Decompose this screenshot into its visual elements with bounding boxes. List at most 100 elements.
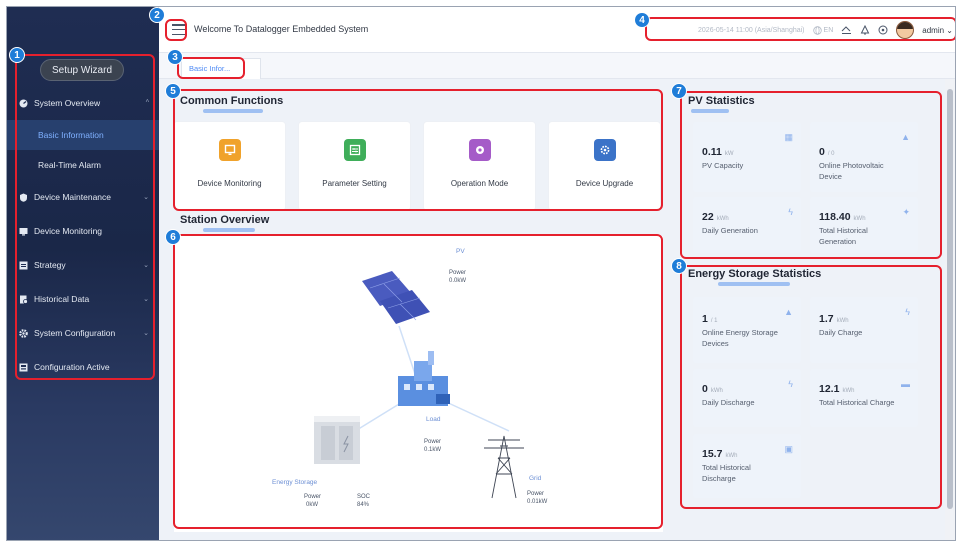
storage-soc-label: SOC (357, 494, 371, 500)
common-functions-title: Common Functions (180, 95, 284, 107)
stat-label: Daily Generation (702, 226, 758, 235)
dashboard-icon (19, 99, 28, 108)
load-power-value: 0.1kW (424, 447, 442, 453)
pv-statistics-title: PV Statistics (688, 95, 755, 107)
device-icon: ▲ (901, 132, 910, 142)
bell-icon[interactable] (860, 25, 870, 35)
sidebar-item-label: Basic Information (38, 130, 104, 140)
sidebar-item-label: System Configuration (34, 328, 116, 338)
load-power-label: Power (424, 439, 442, 445)
title-underline (691, 109, 729, 113)
stat-total-historical-generation: 118.40 kWh Total Historical Generation ✦ (810, 197, 918, 253)
sidebar-item-real-time-alarm[interactable]: Real-Time Alarm (7, 150, 159, 180)
function-label: Parameter Setting (322, 179, 387, 188)
energy-flow-diagram (314, 271, 524, 499)
battery-icon: ▬ (901, 379, 910, 389)
storage-label: Energy Storage (272, 479, 318, 486)
stat-label: Total Historical Discharge (702, 463, 751, 483)
storage-power-label: Power (304, 494, 322, 500)
chevron-down-icon: ⌄ (143, 262, 149, 269)
sidebar-item-strategy[interactable]: Strategy ⌄ (7, 248, 159, 282)
clear-icon[interactable] (841, 25, 852, 35)
stat-value: 0 kWh (702, 383, 723, 395)
pv-power-label: Power (449, 270, 467, 276)
annotation-badge-4: 4 (634, 12, 650, 28)
chevron-down-icon: ⌄ (143, 330, 149, 337)
avatar[interactable] (896, 21, 915, 39)
sidebar: Setup Wizard System Overview ^ Basic Inf… (7, 7, 159, 540)
gear-icon (19, 328, 28, 338)
stat-value: 1.7 kWh (819, 313, 849, 325)
scrollbar-thumb[interactable] (947, 89, 953, 509)
station-overview-diagram: PV Power 0.0kW Load Power 0.1kW Grid Pow… (174, 236, 663, 532)
sidebar-item-label: Historical Data (34, 294, 90, 304)
setup-wizard-button[interactable]: Setup Wizard (40, 59, 124, 81)
function-card-device-upgrade[interactable]: Device Upgrade (549, 122, 660, 210)
annotation-badge-8: 8 (671, 258, 687, 274)
stat-daily-charge: 1.7 kWh Daily Charge ϟ (810, 297, 918, 363)
upgrade-icon (594, 139, 616, 161)
battery-cabinet-icon (314, 416, 360, 464)
sidebar-nav: System Overview ^ Basic Information Real… (7, 86, 159, 384)
chevron-down-icon: ⌄ (143, 296, 149, 303)
grid-label: Grid (529, 475, 542, 482)
function-card-operation-mode[interactable]: Operation Mode (424, 122, 535, 210)
sidebar-item-basic-information[interactable]: Basic Information (7, 120, 159, 150)
function-card-device-monitoring[interactable]: Device Monitoring (174, 122, 285, 210)
function-label: Device Monitoring (197, 179, 262, 188)
top-bar: Welcome To Datalogger Embedded System 20… (159, 7, 955, 53)
title-underline (203, 109, 263, 113)
annotation-badge-6: 6 (165, 229, 181, 245)
function-label: Operation Mode (450, 179, 509, 188)
settings-panel-icon (344, 139, 366, 161)
annotation-badge-1: 1 (9, 47, 25, 63)
app-window: Setup Wizard System Overview ^ Basic Inf… (6, 6, 956, 541)
stat-daily-generation: 22 kWh Daily Generation ϟ (693, 197, 801, 253)
tab-strip: Basic Infor... (159, 53, 955, 79)
stat-value: 118.40 kWh (819, 211, 866, 223)
stat-daily-discharge: 0 kWh Daily Discharge ϟ (693, 369, 801, 427)
monitor-icon (219, 139, 241, 161)
annotation-badge-5: 5 (165, 83, 181, 99)
sidebar-item-system-configuration[interactable]: System Configuration ⌄ (7, 316, 159, 350)
flow-line-grid (443, 400, 510, 432)
stat-pv-capacity: 0.11 kW PV Capacity ▦ (693, 122, 801, 192)
monitor-icon (19, 227, 28, 236)
load-label: Load (426, 416, 441, 423)
stat-label: PV Capacity (702, 161, 744, 170)
username: admin (922, 25, 945, 35)
lightning-icon: ϟ (788, 207, 793, 217)
sidebar-item-label: System Overview (34, 98, 101, 108)
stat-online-pv-device: 0/ 0 Online Photovoltaic Device ▲ (810, 122, 918, 192)
stat-value: 12.1 kWh (819, 383, 855, 395)
user-menu[interactable]: admin ⌄ (922, 26, 953, 35)
pv-label: PV (456, 248, 465, 255)
station-overview-title: Station Overview (180, 214, 270, 226)
strategy-icon (19, 261, 28, 270)
sidebar-item-device-monitoring[interactable]: Device Monitoring (7, 214, 159, 248)
battery-icon: ▣ (784, 444, 793, 454)
sidebar-item-historical-data[interactable]: Historical Data ⌄ (7, 282, 159, 316)
scrollbar[interactable] (945, 79, 955, 540)
history-icon (19, 295, 28, 304)
sidebar-item-label: Real-Time Alarm (38, 160, 101, 170)
title-underline (718, 282, 790, 286)
tab-basic-information[interactable]: Basic Infor... (181, 58, 261, 79)
sidebar-item-label: Strategy (34, 260, 66, 270)
language-selector[interactable]: EN (812, 25, 833, 35)
info-icon[interactable] (878, 25, 888, 35)
stat-value: 22 kWh (702, 211, 729, 223)
function-card-parameter-setting[interactable]: Parameter Setting (299, 122, 410, 210)
top-bar-tools: 2026-05-14 11:00 (Asia/Shanghai) EN admi… (698, 19, 955, 41)
energy-icon: ✦ (902, 207, 910, 217)
globe-icon (812, 25, 822, 35)
annotation-badge-3: 3 (167, 49, 183, 65)
solar-panel-icon: ▦ (784, 132, 793, 142)
storage-soc-value: 84% (357, 502, 370, 508)
sidebar-item-configuration-active[interactable]: Configuration Active (7, 350, 159, 384)
annotation-badge-7: 7 (671, 83, 687, 99)
sidebar-item-system-overview[interactable]: System Overview ^ (7, 86, 159, 120)
stat-label: Total Historical Charge (819, 398, 895, 407)
sidebar-item-device-maintenance[interactable]: Device Maintenance ⌄ (7, 180, 159, 214)
menu-toggle-icon[interactable] (172, 23, 185, 36)
